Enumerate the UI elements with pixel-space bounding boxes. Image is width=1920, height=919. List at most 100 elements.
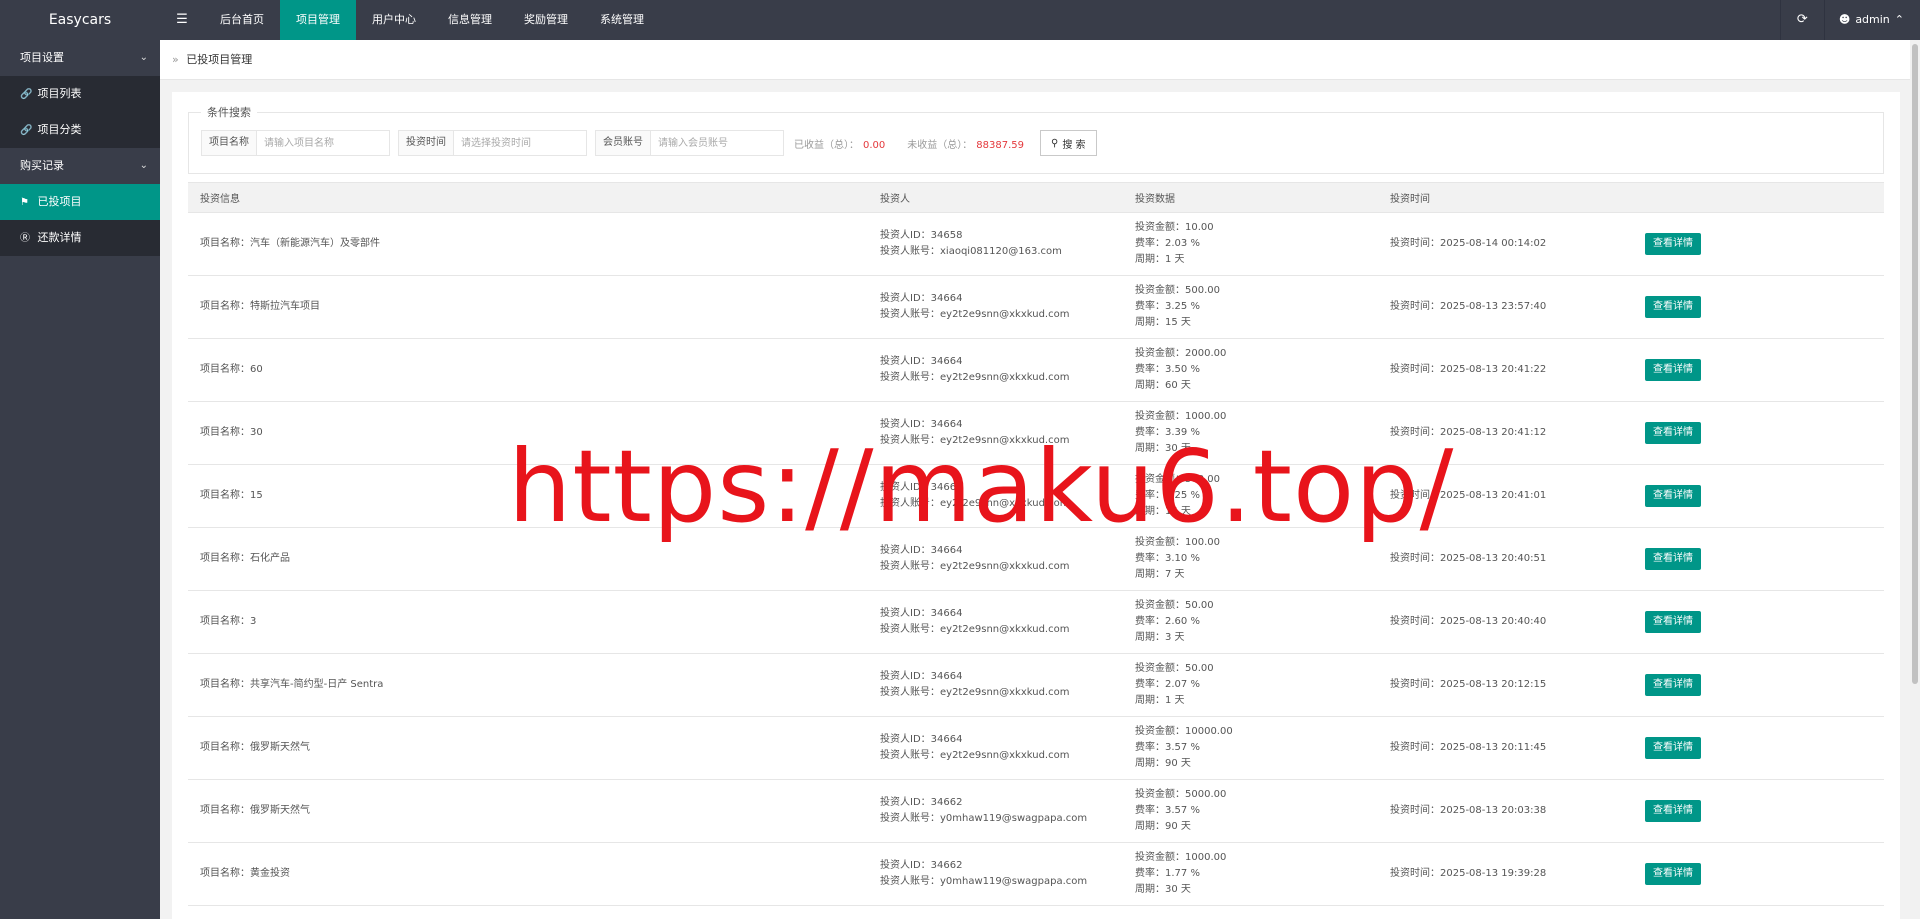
action-cell: 查看详情 bbox=[1633, 779, 1884, 843]
sidebar-item-project-list[interactable]: 🔗 项目列表 bbox=[0, 76, 160, 112]
view-detail-button[interactable]: 查看详情 bbox=[1645, 800, 1701, 822]
invest-amount: 投资金额：5000.00 bbox=[1135, 789, 1227, 800]
invest-data-cell: 投资金额：10.00 费率：2.03 % 周期：1 天 bbox=[1123, 212, 1378, 276]
breadcrumb: » 已投项目管理 bbox=[160, 40, 1920, 80]
table-row: 项目名称：俄罗斯天然气 投资人ID：34662 投资人账号：y0mhaw119@sw… bbox=[188, 779, 1884, 843]
invest-period: 周期：60 天 bbox=[1135, 380, 1191, 391]
invest-amount: 投资金额：100.00 bbox=[1135, 537, 1220, 548]
nav-item-projects[interactable]: 项目管理 bbox=[280, 0, 356, 40]
invest-time: 投资时间：2025-08-13 19:39:28 bbox=[1390, 868, 1547, 879]
investor-account: 投资人账号：ey2t2e9snn@xkxkud.com bbox=[880, 372, 1070, 383]
earned-total-label: 已收益（总）： bbox=[794, 139, 859, 151]
action-cell: 查看详情 bbox=[1633, 590, 1884, 654]
nav-item-system[interactable]: 系统管理 bbox=[584, 0, 660, 40]
sidebar-group-project-settings[interactable]: 项目设置 ⌄ bbox=[0, 40, 160, 76]
nav-item-info[interactable]: 信息管理 bbox=[432, 0, 508, 40]
scrollbar[interactable] bbox=[1910, 40, 1920, 919]
investor-account: 投资人账号：ey2t2e9snn@xkxkud.com bbox=[880, 435, 1070, 446]
chevron-down-icon: ⌄ bbox=[139, 52, 148, 63]
scrollbar-thumb[interactable] bbox=[1912, 44, 1918, 684]
action-cell: 查看详情 bbox=[1633, 212, 1884, 276]
investor-id: 投资人ID：34664 bbox=[880, 419, 963, 430]
search-button[interactable]: ⚲ 搜 索 bbox=[1039, 130, 1097, 156]
app-logo: Easycars bbox=[0, 0, 160, 40]
breadcrumb-separator: » bbox=[172, 53, 179, 66]
table-row: 项目名称：汽车（新能源汽车）及零部件 投资人ID：34658 投资人账号：xiaoq… bbox=[188, 212, 1884, 276]
table-row: 项目名称：石化产品 投资人ID：34664 投资人账号：ey2t2e9snn@xkx… bbox=[188, 527, 1884, 591]
project-name-cell: 项目名称：汽车（新能源汽车）及零部件 bbox=[188, 212, 868, 276]
refresh-icon[interactable]: ⟳ bbox=[1779, 0, 1824, 40]
investor-account: 投资人账号：y0mhaw119@swagpapa.com bbox=[880, 813, 1088, 824]
action-cell: 查看详情 bbox=[1633, 653, 1884, 717]
view-detail-button[interactable]: 查看详情 bbox=[1645, 863, 1701, 885]
table-row: 项目名称：俄罗斯天然气 投资人ID：34664 投资人账号：ey2t2e9snn@x… bbox=[188, 716, 1884, 780]
nav-item-users[interactable]: 用户中心 bbox=[356, 0, 432, 40]
view-detail-button[interactable]: 查看详情 bbox=[1645, 296, 1701, 318]
view-detail-button[interactable]: 查看详情 bbox=[1645, 233, 1701, 255]
project-name: 项目名称：汽车（新能源汽车）及零部件 bbox=[200, 238, 380, 249]
view-detail-button[interactable]: 查看详情 bbox=[1645, 737, 1701, 759]
invest-amount: 投资金额：10000.00 bbox=[1135, 726, 1233, 737]
project-name: 项目名称：特斯拉汽车项目 bbox=[200, 301, 320, 312]
table-row: 项目名称：3 投资人ID：34664 投资人账号：ey2t2e9snn@xkxkud… bbox=[188, 590, 1884, 654]
investor-cell: 投资人ID：34664 投资人账号：ey2t2e9snn@xkxkud.com bbox=[868, 653, 1123, 717]
invest-amount: 投资金额：500.00 bbox=[1135, 474, 1220, 485]
sidebar-item-label: 项目分类 bbox=[37, 123, 82, 136]
project-name-cell: 项目名称：俄罗斯天然气 bbox=[188, 779, 868, 843]
user-menu[interactable]: ☻ admin ⌃ bbox=[1823, 0, 1920, 40]
sidebar-item-repayment-details[interactable]: Ⓡ 还款详情 bbox=[0, 220, 160, 256]
invest-time-cell: 投资时间：2025-08-13 20:40:40 bbox=[1378, 590, 1633, 654]
investor-account: 投资人账号：ey2t2e9snn@xkxkud.com bbox=[880, 687, 1070, 698]
invest-period: 周期：3 天 bbox=[1135, 632, 1185, 643]
link-icon: 🔗 bbox=[20, 125, 33, 136]
nav-item-rewards[interactable]: 奖励管理 bbox=[508, 0, 584, 40]
earned-total: 已收益（总）： 0.00 bbox=[794, 136, 885, 151]
view-detail-button[interactable]: 查看详情 bbox=[1645, 422, 1701, 444]
invest-time: 投资时间：2025-08-13 20:41:22 bbox=[1390, 364, 1547, 375]
invest-time-cell: 投资时间：2025-08-13 19:39:28 bbox=[1378, 842, 1633, 906]
invest-data-cell: 投资金额：1000.00 费率：1.77 % 周期：30 天 bbox=[1123, 842, 1378, 906]
investor-id: 投资人ID：34664 bbox=[880, 608, 963, 619]
nav-item-home[interactable]: 后台首页 bbox=[204, 0, 280, 40]
member-account-input[interactable] bbox=[651, 131, 783, 155]
investor-account: 投资人账号：ey2t2e9snn@xkxkud.com bbox=[880, 498, 1070, 509]
view-detail-button[interactable]: 查看详情 bbox=[1645, 611, 1701, 633]
investor-id: 投资人ID：34664 bbox=[880, 734, 963, 745]
view-detail-button[interactable]: 查看详情 bbox=[1645, 359, 1701, 381]
view-detail-button[interactable]: 查看详情 bbox=[1645, 485, 1701, 507]
project-name-input[interactable] bbox=[257, 131, 389, 155]
invest-time: 投资时间：2025-08-13 20:11:45 bbox=[1390, 742, 1547, 753]
investor-cell: 投资人ID：34664 投资人账号：ey2t2e9snn@xkxkud.com bbox=[868, 716, 1123, 780]
invest-rate: 费率：2.07 % bbox=[1135, 679, 1200, 690]
invest-rate: 费率：3.39 % bbox=[1135, 427, 1200, 438]
invest-data-cell: 投资金额：50.00 费率：2.60 % 周期：3 天 bbox=[1123, 590, 1378, 654]
search-button-label: 搜 索 bbox=[1062, 139, 1086, 151]
project-name-field: 项目名称 bbox=[201, 130, 390, 156]
invest-rate: 费率：3.10 % bbox=[1135, 553, 1200, 564]
project-name: 项目名称：共享汽车-简约型-日产 Sentra bbox=[200, 679, 384, 690]
sidebar-item-invested-projects[interactable]: ⚑ 已投项目 bbox=[0, 184, 160, 220]
invest-time-input[interactable] bbox=[454, 131, 586, 155]
invest-time-cell: 投资时间：2025-08-13 20:12:15 bbox=[1378, 653, 1633, 717]
investor-id: 投资人ID：34664 bbox=[880, 356, 963, 367]
invest-time-cell: 投资时间：2025-08-13 20:40:51 bbox=[1378, 527, 1633, 591]
main-area: » 已投项目管理 条件搜索 项目名称 投资时间 会员账号 已收益（总） bbox=[160, 40, 1920, 919]
invest-time-label: 投资时间 bbox=[399, 131, 454, 155]
investor-id: 投资人ID：34664 bbox=[880, 293, 963, 304]
sidebar-group-purchase-records[interactable]: 购买记录 ⌄ bbox=[0, 148, 160, 184]
sidebar-item-project-category[interactable]: 🔗 项目分类 bbox=[0, 112, 160, 148]
member-account-label: 会员账号 bbox=[596, 131, 651, 155]
project-name-cell: 项目名称：俄罗斯天然气 bbox=[188, 716, 868, 780]
project-name-cell: 项目名称：15 bbox=[188, 464, 868, 528]
chevron-down-icon: ⌄ bbox=[139, 160, 148, 171]
invest-time: 投资时间：2025-08-13 20:40:40 bbox=[1390, 616, 1547, 627]
view-detail-button[interactable]: 查看详情 bbox=[1645, 674, 1701, 696]
project-name-cell: 项目名称：黄金投资 bbox=[188, 842, 868, 906]
investment-table: 投资信息 投资人 投资数据 投资时间 项目名称：汽车（新能源汽车）及零部件 投资人… bbox=[188, 182, 1884, 906]
menu-icon[interactable]: ☰ bbox=[160, 0, 204, 40]
view-detail-button[interactable]: 查看详情 bbox=[1645, 548, 1701, 570]
table-row: 项目名称：15 投资人ID：34664 投资人账号：ey2t2e9snn@xkxku… bbox=[188, 464, 1884, 528]
dollar-circle-icon: Ⓡ bbox=[20, 233, 30, 244]
invest-time-cell: 投资时间：2025-08-13 20:41:22 bbox=[1378, 338, 1633, 402]
top-nav: 后台首页 项目管理 用户中心 信息管理 奖励管理 系统管理 bbox=[204, 0, 660, 40]
